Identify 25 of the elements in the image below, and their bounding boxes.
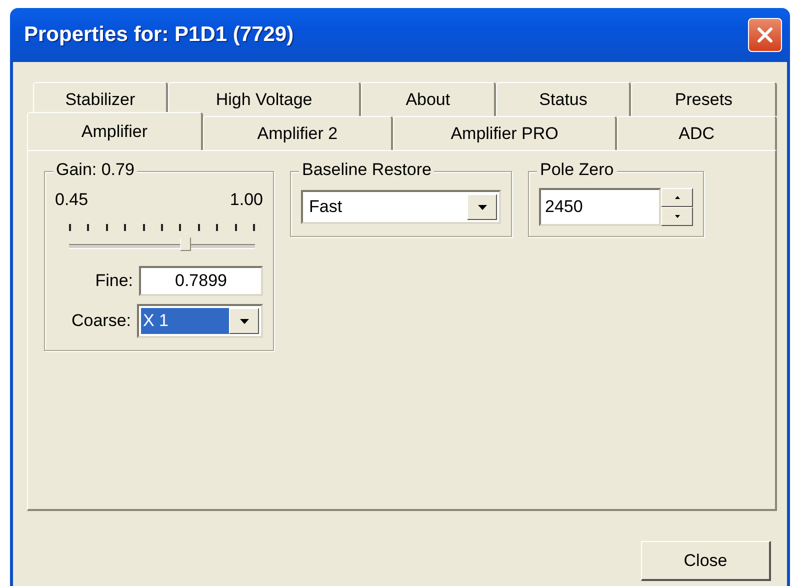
close-icon[interactable] [748, 18, 782, 52]
window-title: Properties for: P1D1 (7729) [24, 23, 294, 47]
tab[interactable]: About [360, 82, 496, 116]
baseline-restore-dropdown[interactable]: Fast [301, 190, 501, 224]
down-arrow-icon [674, 215, 680, 218]
tab[interactable]: ADC [617, 116, 777, 150]
coarse-dropdown[interactable]: X 1 [137, 304, 263, 338]
spin-up-button[interactable] [661, 188, 693, 207]
caret-icon [478, 204, 486, 210]
fine-label: Fine: [95, 271, 133, 291]
spin-down-button[interactable] [661, 207, 693, 226]
tab[interactable]: Amplifier 2 [202, 116, 393, 150]
tab[interactable]: Amplifier PRO [392, 116, 618, 150]
fine-field[interactable]: 0.7899 [139, 266, 263, 296]
coarse-label: Coarse: [71, 311, 131, 331]
pole-zero-field[interactable]: 2450 [539, 188, 661, 226]
tab[interactable]: Status [496, 82, 632, 116]
caret-icon [240, 318, 248, 324]
min-label: 0.45 [55, 190, 88, 210]
tab[interactable]: Amplifier [27, 112, 203, 150]
close-button[interactable]: Close [641, 541, 771, 581]
tab[interactable]: Presets [631, 82, 777, 116]
tab[interactable]: High Voltage [168, 82, 361, 116]
max-label: 1.00 [230, 190, 263, 210]
up-arrow-icon [674, 196, 680, 199]
